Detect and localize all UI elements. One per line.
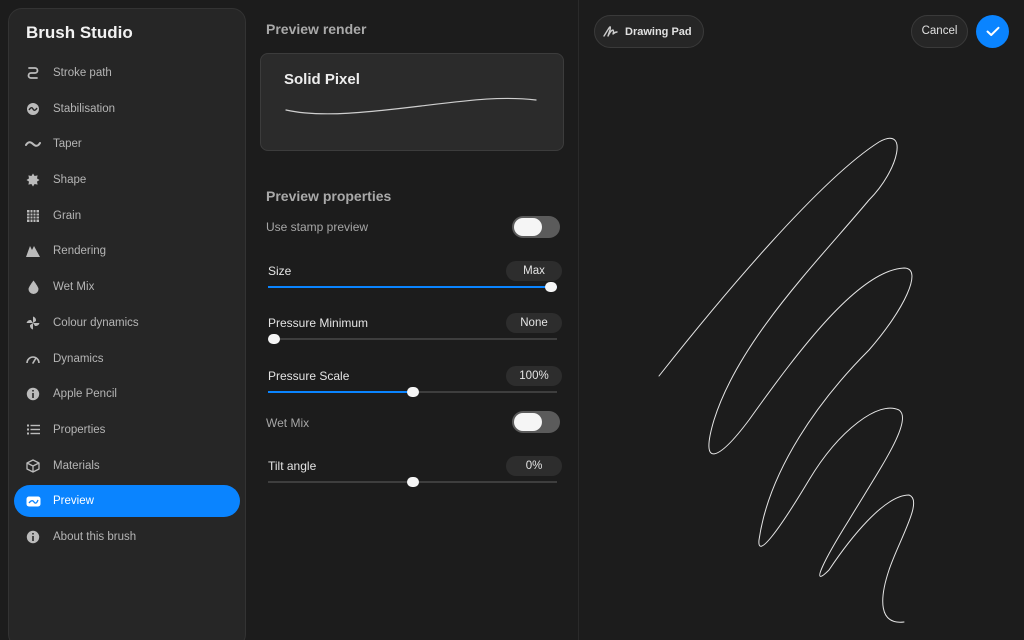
tilt-angle-value[interactable]: 0%: [506, 456, 562, 476]
sidebar-item-label: Wet Mix: [53, 281, 95, 294]
wet-mix-icon: [25, 279, 41, 295]
sidebar-item-shape[interactable]: Shape: [14, 164, 240, 196]
pressure-minimum-slider[interactable]: [268, 333, 557, 345]
sidebar-item-label: Materials: [53, 459, 100, 472]
confirm-button[interactable]: [976, 15, 1009, 48]
sidebar-item-properties[interactable]: Properties: [14, 414, 240, 446]
preview-render-card[interactable]: Solid Pixel: [260, 53, 564, 151]
toggle-knob: [514, 413, 542, 431]
sidebar-item-taper[interactable]: Taper: [14, 128, 240, 160]
sidebar-item-grain[interactable]: Grain: [14, 200, 240, 232]
settings-panel: Preview render Solid Pixel Preview prope…: [252, 0, 578, 640]
sidebar-item-label: Colour dynamics: [53, 316, 139, 329]
sidebar-item-stabilisation[interactable]: Stabilisation: [14, 93, 240, 125]
size-slider[interactable]: [268, 281, 557, 293]
sidebar-item-wet-mix[interactable]: Wet Mix: [14, 271, 240, 303]
brush-stroke-preview: [285, 97, 537, 115]
slider-thumb[interactable]: [268, 334, 280, 344]
slider-track: [268, 338, 557, 340]
drawing-pad-button[interactable]: Drawing Pad: [594, 15, 704, 48]
stabilisation-icon: [25, 101, 41, 117]
sidebar-item-label: Apple Pencil: [53, 388, 117, 401]
preview-properties-heading: Preview properties: [266, 188, 392, 204]
pressure-scale-slider[interactable]: [268, 386, 557, 398]
sidebar-item-rendering[interactable]: Rendering: [14, 235, 240, 267]
properties-icon: [25, 422, 41, 438]
slider-thumb[interactable]: [407, 387, 419, 397]
sidebar-item-label: Dynamics: [53, 352, 104, 365]
sidebar-nav: Stroke path Stabilisation Taper Shape Gr: [14, 57, 240, 557]
rendering-icon: [25, 243, 41, 259]
apple-pencil-icon: [25, 386, 41, 402]
sidebar: Brush Studio Stroke path Stabilisation T…: [8, 8, 246, 640]
sidebar-item-colour-dynamics[interactable]: Colour dynamics: [14, 307, 240, 339]
sidebar-item-dynamics[interactable]: Dynamics: [14, 343, 240, 375]
sidebar-title: Brush Studio: [26, 23, 133, 42]
slider-thumb[interactable]: [407, 477, 419, 487]
brush-name: Solid Pixel: [284, 71, 360, 88]
sidebar-item-stroke-path[interactable]: Stroke path: [14, 57, 240, 89]
sidebar-item-label: Stroke path: [53, 67, 112, 79]
wet-mix-toggle[interactable]: [512, 411, 560, 433]
slider-fill: [268, 391, 413, 393]
sidebar-item-materials[interactable]: Materials: [14, 450, 240, 482]
pressure-scale-value[interactable]: 100%: [506, 366, 562, 386]
size-value[interactable]: Max: [506, 261, 562, 281]
slider-thumb[interactable]: [545, 282, 557, 292]
colour-dynamics-icon: [25, 315, 41, 331]
materials-icon: [25, 458, 41, 474]
wet-mix-label: Wet Mix: [266, 416, 310, 430]
scribble-stroke: [658, 137, 915, 623]
preview-icon: [25, 493, 41, 509]
sidebar-item-label: Grain: [53, 209, 82, 222]
drawing-canvas[interactable]: Drawing Pad Cancel: [579, 0, 1024, 640]
pressure-scale-label: Pressure Scale: [268, 369, 350, 383]
slider-fill: [268, 286, 557, 288]
pressure-minimum-label: Pressure Minimum: [268, 316, 369, 330]
size-label: Size: [268, 264, 292, 278]
sidebar-item-label: Rendering: [53, 245, 107, 258]
drawing-pad-label: Drawing Pad: [625, 25, 692, 38]
pressure-minimum-value[interactable]: None: [506, 313, 562, 333]
drawing-pad-icon: [603, 25, 618, 37]
cancel-button[interactable]: Cancel: [911, 15, 968, 48]
sidebar-item-about-this-brush[interactable]: About this brush: [14, 521, 240, 553]
toggle-knob: [514, 218, 542, 236]
checkmark-icon: [986, 26, 999, 36]
sidebar-item-preview[interactable]: Preview: [14, 485, 240, 518]
use-stamp-preview-label: Use stamp preview: [266, 220, 369, 234]
sidebar-item-label: Properties: [53, 423, 106, 436]
sidebar-item-label: Preview: [53, 495, 94, 508]
grain-icon: [25, 208, 41, 224]
sidebar-item-label: Taper: [53, 138, 82, 151]
sidebar-item-label: Stabilisation: [53, 102, 116, 115]
dynamics-icon: [25, 351, 41, 367]
tilt-angle-label: Tilt angle: [268, 459, 317, 473]
tilt-angle-slider[interactable]: [268, 476, 557, 488]
sidebar-item-label: Shape: [53, 174, 87, 187]
sidebar-item-apple-pencil[interactable]: Apple Pencil: [14, 378, 240, 410]
stroke-path-icon: [25, 65, 41, 81]
preview-render-heading: Preview render: [266, 21, 367, 37]
taper-icon: [25, 136, 41, 152]
about-icon: [25, 529, 41, 545]
sidebar-item-label: About this brush: [53, 530, 137, 543]
use-stamp-preview-toggle[interactable]: [512, 216, 560, 238]
shape-icon: [25, 172, 41, 188]
